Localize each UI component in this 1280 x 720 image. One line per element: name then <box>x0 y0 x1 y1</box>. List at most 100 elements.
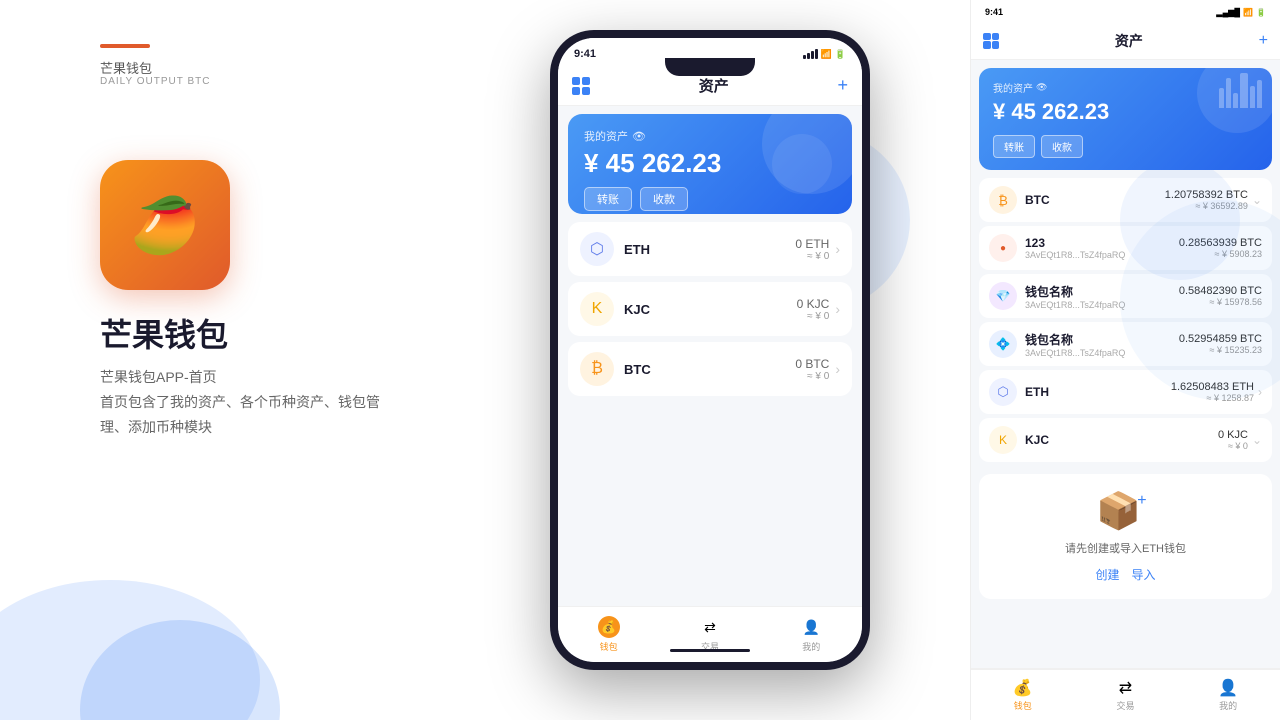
right-status-time: 9:41 <box>985 7 1003 17</box>
signal-icon <box>803 49 818 59</box>
right-kjc-amount: 0 KJC <box>1218 429 1248 441</box>
app-icon: 🥭 <box>100 160 230 290</box>
kjc-icon: K <box>580 292 614 326</box>
app-title: 芒果钱包 <box>100 310 228 356</box>
left-panel: 芒果钱包 DAILY OUTPUT BTC 🥭 芒果钱包 芒果钱包APP-首页 … <box>0 0 560 720</box>
add-icon[interactable]: + <box>837 75 848 96</box>
import-wallet-link[interactable]: 导入 <box>1132 566 1156 583</box>
right-battery-icon: 🔋 <box>1256 8 1266 17</box>
right-trade-nav-icon: ⇄ <box>1119 678 1132 698</box>
create-wallet-link[interactable]: 创建 <box>1095 566 1119 583</box>
btc-icon: ₿ <box>580 352 614 386</box>
right-kjc-bal: 0 KJC ≈ ¥ 0 <box>1218 429 1248 451</box>
trade-nav-icon: ⇄ <box>699 616 721 638</box>
phone-screen: 9:41 📶 🔋 资产 + <box>558 38 862 662</box>
grid-icon[interactable] <box>572 77 590 95</box>
eth-balance: 0 ETH ≈ ¥ 0 <box>795 237 829 262</box>
right-btc-icon: ₿ <box>989 186 1017 214</box>
right-kjc-fiat: ≈ ¥ 0 <box>1218 441 1248 451</box>
right-eth-info: ETH <box>1025 385 1171 399</box>
right-wifi-icon: 📶 <box>1243 8 1253 17</box>
wifi-icon: 📶 <box>821 49 832 60</box>
btc-fiat: ≈ ¥ 0 <box>795 371 829 382</box>
right-asset-label: 我的资产 👁 <box>993 80 1258 95</box>
btc-name: BTC <box>624 362 795 377</box>
right-nav-trade[interactable]: ⇄ 交易 <box>1116 678 1134 712</box>
nav-trade[interactable]: ⇄ 交易 <box>699 616 721 653</box>
nav-mine-label: 我的 <box>802 640 820 653</box>
kjc-name: KJC <box>624 302 797 317</box>
phone-notch <box>665 58 755 76</box>
asset-label: 我的资产 👁 <box>584 128 836 144</box>
right-empty-state: 📦 + 请先创建或导入ETH钱包 创建 导入 <box>979 474 1272 599</box>
right-kjc-name: KJC <box>1025 433 1218 447</box>
receive-button[interactable]: 收款 <box>640 187 688 211</box>
right-bottom-nav: 💰 钱包 ⇄ 交易 👤 我的 <box>971 668 1280 720</box>
coin-item-btc[interactable]: ₿ BTC 0 BTC ≈ ¥ 0 › <box>568 342 852 396</box>
empty-state-icon: 📦 + <box>995 490 1256 532</box>
right-signal-icon: ▂▄▆█ <box>1216 8 1240 17</box>
right-receive-button[interactable]: 收款 <box>1041 135 1083 158</box>
right-nav-mine[interactable]: 👤 我的 <box>1218 678 1238 712</box>
app-description: 芒果钱包APP-首页 首页包含了我的资产、各个币种资产、钱包管 理、添加币种模块 <box>100 365 380 441</box>
transfer-button[interactable]: 转账 <box>584 187 632 211</box>
eth-name: ETH <box>624 242 795 257</box>
eth-amount: 0 ETH <box>795 237 829 251</box>
kjc-balance: 0 KJC ≈ ¥ 0 <box>797 297 830 322</box>
coin-item-eth[interactable]: ⬡ ETH 0 ETH ≈ ¥ 0 › <box>568 222 852 276</box>
eye-icon[interactable]: 👁 <box>632 130 646 143</box>
brand-name-top: 芒果钱包 <box>100 58 152 77</box>
right-add-icon[interactable]: + <box>1259 32 1268 50</box>
right-eth-name: ETH <box>1025 385 1171 399</box>
right-wallet-nav-icon: 💰 <box>1013 678 1033 698</box>
empty-state-actions: 创建 导入 <box>995 566 1256 583</box>
desc-line3: 理、添加币种模块 <box>100 415 380 440</box>
home-indicator <box>670 649 750 652</box>
right-header-title: 资产 <box>1115 31 1143 51</box>
chevron-right-icon-3: › <box>835 361 840 377</box>
desc-line1: 芒果钱包APP-首页 <box>100 365 380 390</box>
eth-fiat: ≈ ¥ 0 <box>795 251 829 262</box>
right-wallet1-icon: 💎 <box>989 282 1017 310</box>
coin-list: ⬡ ETH 0 ETH ≈ ¥ 0 › K KJC 0 K <box>558 222 862 396</box>
right-bg-2 <box>1120 160 1240 280</box>
nav-wallet[interactable]: 💰 钱包 <box>598 616 620 653</box>
asset-card: 我的资产 👁 ¥ 45 262.23 转账 收款 <box>568 114 852 214</box>
phone-frame: 9:41 📶 🔋 资产 + <box>550 30 870 670</box>
kjc-fiat: ≈ ¥ 0 <box>797 311 830 322</box>
nav-wallet-label: 钱包 <box>600 640 618 653</box>
right-kjc-chevron: ⌄ <box>1252 433 1262 447</box>
right-asset-buttons: 转账 收款 <box>993 135 1258 158</box>
phone-mockup: 9:41 📶 🔋 资产 + <box>530 30 890 690</box>
right-eth-icon: ⬡ <box>989 378 1017 406</box>
accent-bar <box>100 44 150 48</box>
right-panel: 9:41 ▂▄▆█ 📶 🔋 资产 + 我的资产 � <box>970 0 1280 720</box>
right-nav-mine-label: 我的 <box>1219 699 1237 712</box>
right-eye-icon[interactable]: 👁 <box>1036 82 1047 93</box>
right-grid-icon[interactable] <box>983 33 999 49</box>
desc-line2: 首页包含了我的资产、各个币种资产、钱包管 <box>100 390 380 415</box>
status-icons: 📶 🔋 <box>803 49 846 60</box>
coin-item-kjc[interactable]: K KJC 0 KJC ≈ ¥ 0 › <box>568 282 852 336</box>
right-transfer-button[interactable]: 转账 <box>993 135 1035 158</box>
right-status-icons: ▂▄▆█ 📶 🔋 <box>1216 8 1266 17</box>
nav-mine[interactable]: 👤 我的 <box>800 616 822 653</box>
right-header: 资产 + <box>971 22 1280 60</box>
right-nav-wallet-label: 钱包 <box>1014 699 1032 712</box>
eth-icon: ⬡ <box>580 232 614 266</box>
right-nav-wallet[interactable]: 💰 钱包 <box>1013 678 1033 712</box>
bottom-nav: 💰 钱包 ⇄ 交易 👤 我的 <box>558 606 862 662</box>
chevron-right-icon-2: › <box>835 301 840 317</box>
wallet-nav-icon: 💰 <box>598 616 620 638</box>
right-mine-nav-icon: 👤 <box>1218 678 1238 698</box>
mine-nav-icon: 👤 <box>800 616 822 638</box>
right-wallet2-icon: 💠 <box>989 330 1017 358</box>
chevron-right-icon: › <box>835 241 840 257</box>
right-kjc-info: KJC <box>1025 433 1218 447</box>
status-time: 9:41 <box>574 48 596 60</box>
app-icon-symbol: 🥭 <box>131 193 199 258</box>
right-coin-kjc[interactable]: K KJC 0 KJC ≈ ¥ 0 ⌄ <box>979 418 1272 462</box>
empty-state-text: 请先创建或导入ETH钱包 <box>995 540 1256 556</box>
brand-subtitle: DAILY OUTPUT BTC <box>100 76 210 87</box>
right-kjc-icon: K <box>989 426 1017 454</box>
